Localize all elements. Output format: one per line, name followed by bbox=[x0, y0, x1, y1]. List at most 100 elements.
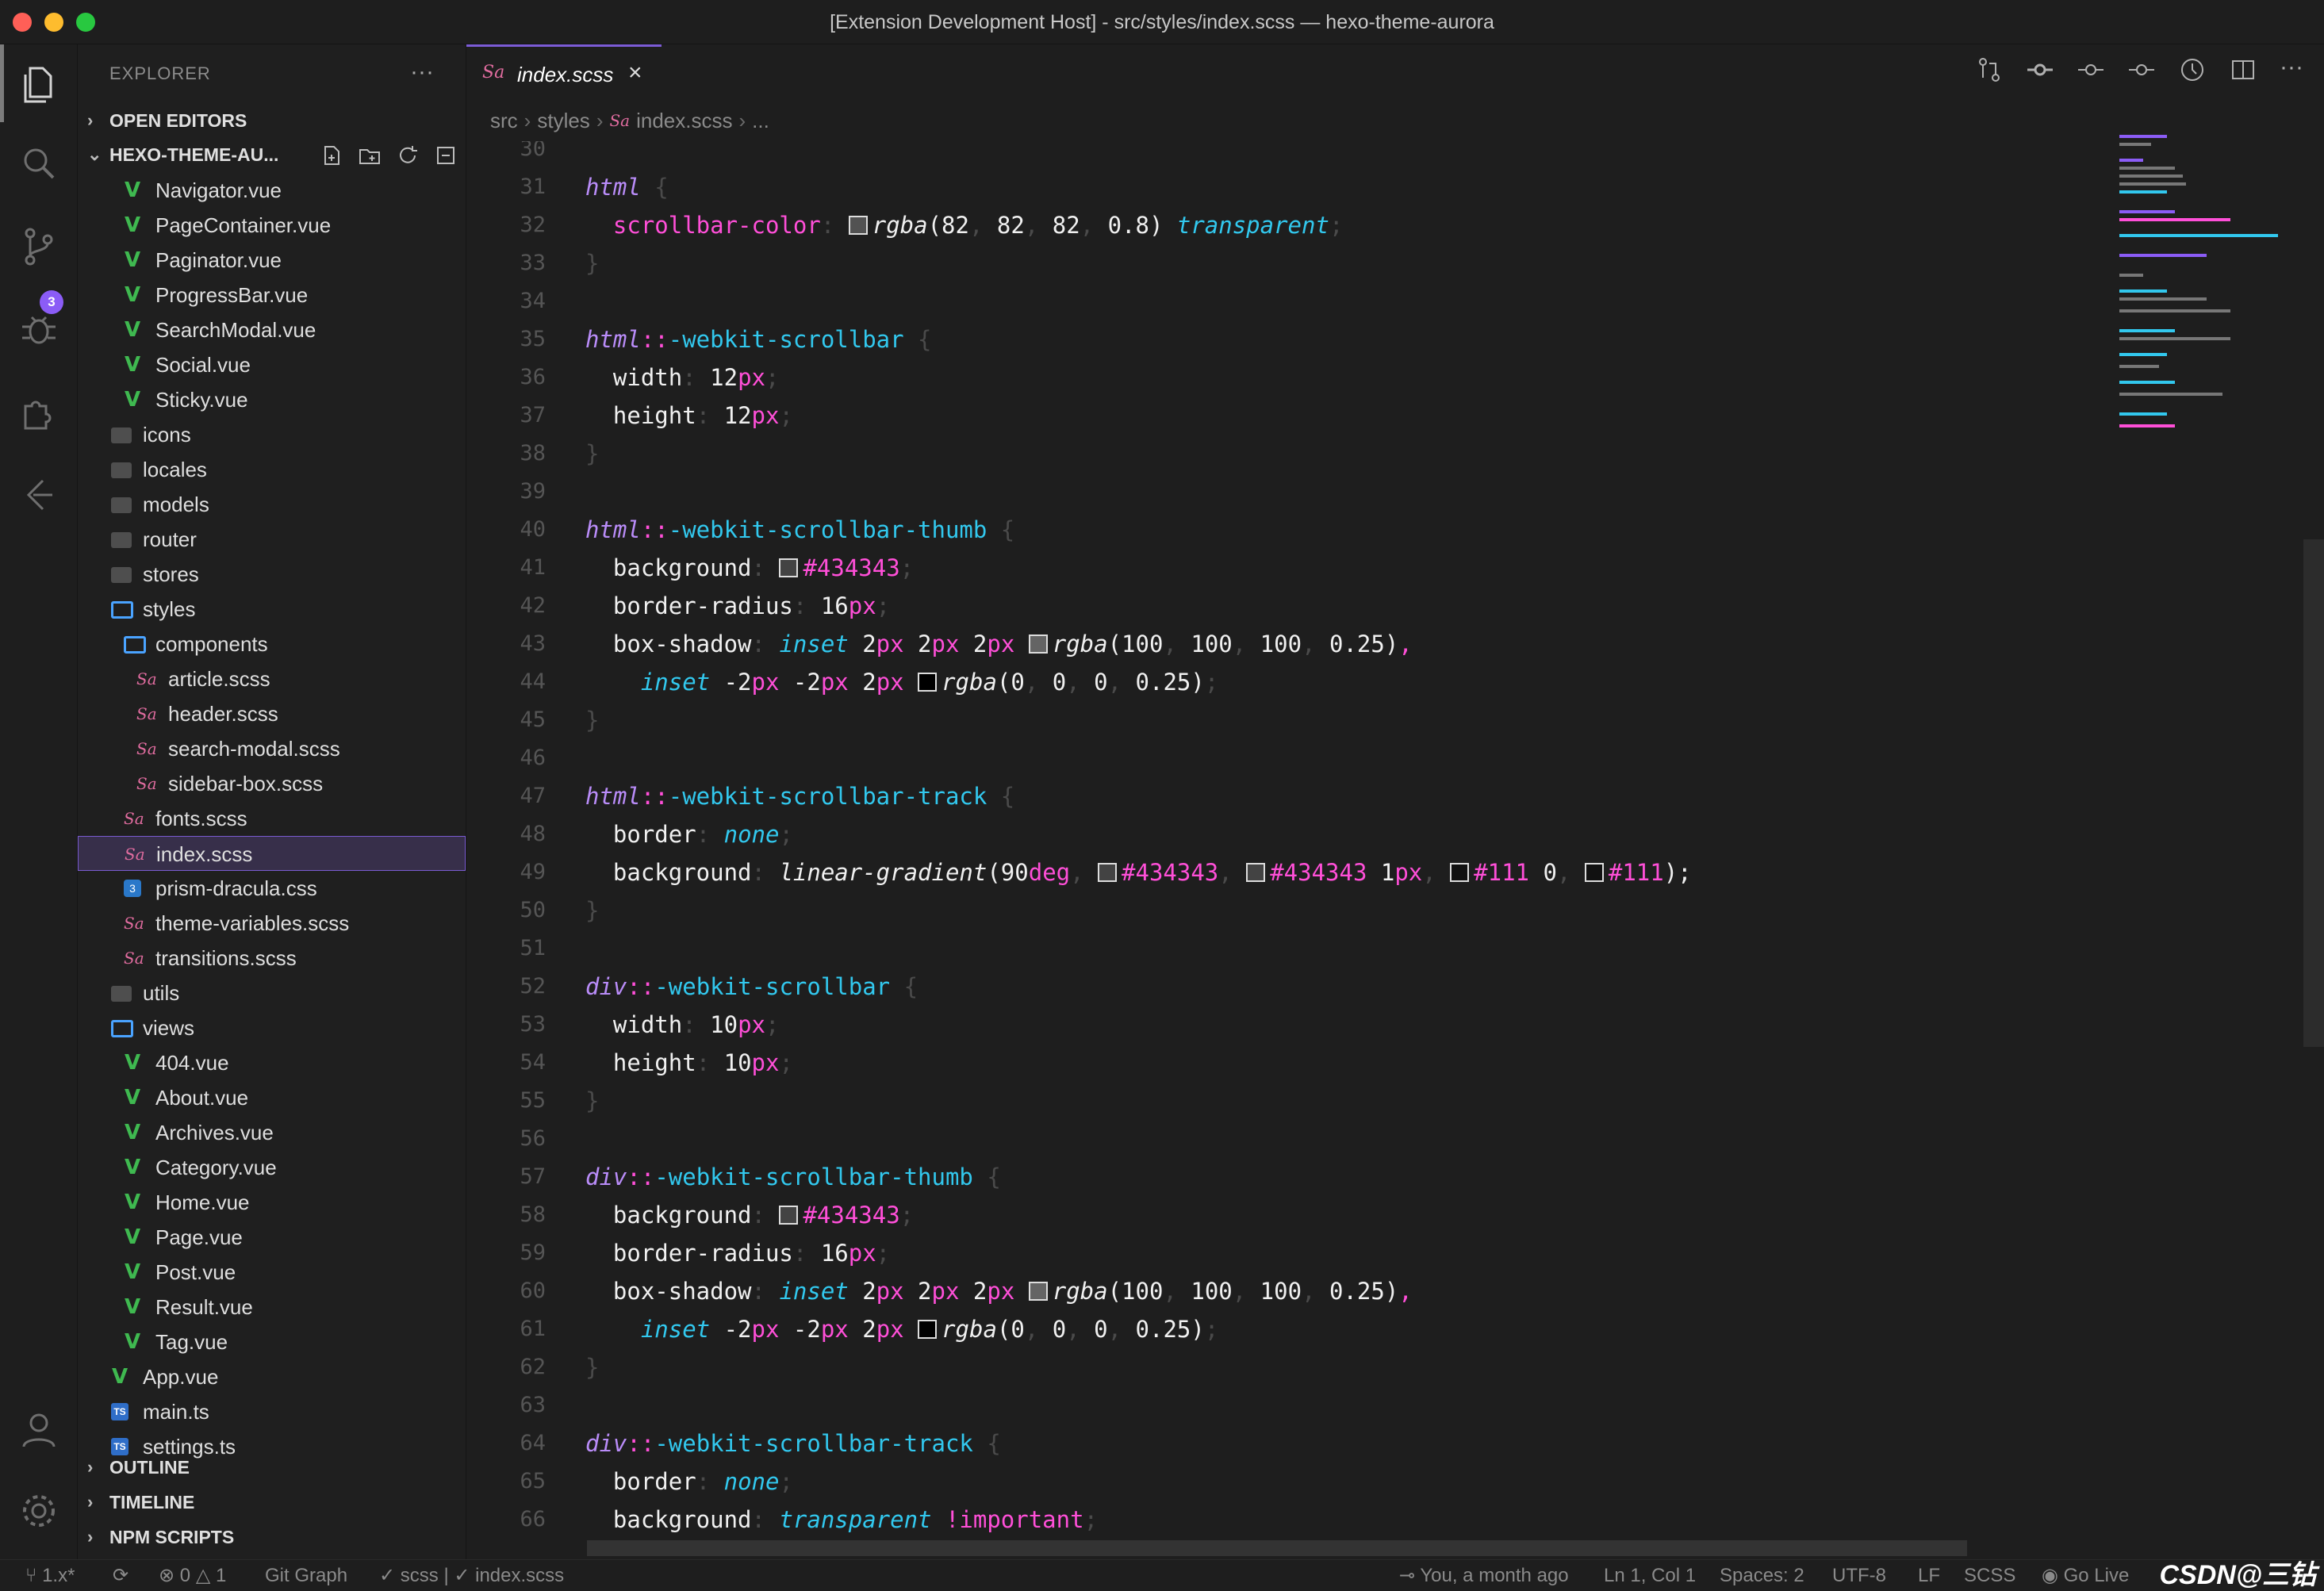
split-editor-icon[interactable] bbox=[2229, 56, 2257, 84]
code-token: #434343 bbox=[1270, 859, 1367, 886]
tree-item[interactable]: V Archives.vue bbox=[78, 1115, 466, 1150]
vue-file-icon: V bbox=[124, 1156, 141, 1179]
go-live-button[interactable]: ◉ Go Live bbox=[2042, 1560, 2129, 1591]
tree-item[interactable]: router bbox=[78, 522, 466, 557]
code-content: } bbox=[585, 701, 599, 739]
open-editors-section[interactable]: › OPEN EDITORS bbox=[78, 105, 466, 136]
tree-item[interactable]: V Paginator.vue bbox=[78, 243, 466, 278]
previous-revision-icon[interactable] bbox=[2077, 56, 2105, 84]
tree-item[interactable]: V ProgressBar.vue bbox=[78, 278, 466, 312]
tree-item[interactable]: components bbox=[78, 627, 466, 661]
scss-check-status[interactable]: ✓ scss | ✓ index.scss bbox=[379, 1560, 564, 1591]
tree-item[interactable]: V Result.vue bbox=[78, 1290, 466, 1325]
tree-item[interactable]: Sa theme-variables.scss bbox=[78, 906, 466, 941]
tree-item[interactable]: Sa search-modal.scss bbox=[78, 731, 466, 766]
tree-item[interactable]: V Post.vue bbox=[78, 1255, 466, 1290]
git-graph-button[interactable]: Git Graph bbox=[265, 1560, 347, 1591]
collapse-all-icon[interactable] bbox=[434, 143, 458, 167]
breadcrumb-src[interactable]: src bbox=[490, 103, 518, 138]
breadcrumb-file[interactable]: index.scss bbox=[636, 103, 732, 138]
problems-indicator[interactable]: ⊗ 0 △ 1 bbox=[159, 1560, 226, 1591]
tree-item[interactable]: V Sticky.vue bbox=[78, 382, 466, 417]
tree-item[interactable]: 3 prism-dracula.css bbox=[78, 871, 466, 906]
debug-icon[interactable] bbox=[16, 306, 62, 352]
color-swatch bbox=[1246, 863, 1266, 882]
tree-item[interactable]: Sa sidebar-box.scss bbox=[78, 766, 466, 801]
language-mode[interactable]: SCSS bbox=[1964, 1560, 2015, 1591]
next-revision-icon[interactable] bbox=[2127, 56, 2156, 84]
tree-item[interactable]: TS main.ts bbox=[78, 1394, 466, 1429]
new-file-icon[interactable] bbox=[320, 143, 343, 167]
tree-item[interactable]: styles bbox=[78, 592, 466, 627]
tree-item[interactable]: V Page.vue bbox=[78, 1220, 466, 1255]
tree-item[interactable]: V Category.vue bbox=[78, 1150, 466, 1185]
tree-item[interactable]: V Home.vue bbox=[78, 1185, 466, 1220]
explorer-more-icon[interactable]: ··· bbox=[410, 59, 434, 86]
code-token: -webkit-scrollbar-track bbox=[654, 1430, 973, 1457]
indentation[interactable]: Spaces: 2 bbox=[1720, 1560, 1804, 1591]
file-tree: V Navigator.vue V PageContainer.vue V Paginat… bbox=[78, 173, 466, 1464]
extensions-icon[interactable] bbox=[16, 389, 62, 435]
refresh-icon[interactable] bbox=[396, 143, 420, 167]
tree-item[interactable]: utils bbox=[78, 976, 466, 1010]
cursor-position[interactable]: Ln 1, Col 1 bbox=[1604, 1560, 1696, 1591]
settings-gear-icon[interactable] bbox=[16, 1488, 62, 1534]
tree-item[interactable]: V About.vue bbox=[78, 1080, 466, 1115]
close-tab-icon[interactable]: × bbox=[628, 59, 642, 86]
git-blame-status[interactable]: ⊸ You, a month ago bbox=[1399, 1560, 1569, 1591]
breadcrumb-styles[interactable]: styles bbox=[537, 103, 589, 138]
search-icon[interactable] bbox=[16, 141, 62, 187]
chevron-right-icon: › bbox=[596, 109, 604, 132]
tree-item[interactable]: locales bbox=[78, 452, 466, 487]
status-bar: ⑂ 1.x* ⟳ ⊗ 0 △ 1 Git Graph ✓ scss | ✓ in… bbox=[0, 1559, 2324, 1591]
outline-section[interactable]: › OUTLINE bbox=[78, 1450, 466, 1485]
source-control-icon[interactable] bbox=[16, 224, 62, 270]
tree-item[interactable]: Sa article.scss bbox=[78, 661, 466, 696]
color-swatch bbox=[918, 1320, 938, 1339]
sync-icon[interactable]: ⟳ bbox=[113, 1560, 128, 1591]
timeline-section[interactable]: › TIMELINE bbox=[78, 1485, 466, 1520]
branch-indicator[interactable]: ⑂ 1.x* bbox=[25, 1560, 75, 1591]
horizontal-scrollbar[interactable] bbox=[587, 1540, 1967, 1556]
project-section[interactable]: ⌄ HEXO-THEME-AU... bbox=[78, 136, 466, 173]
tree-item[interactable]: V Social.vue bbox=[78, 347, 466, 382]
tree-item[interactable]: Sa fonts.scss bbox=[78, 801, 466, 836]
tree-item[interactable]: V 404.vue bbox=[78, 1045, 466, 1080]
tree-item[interactable]: Sa transitions.scss bbox=[78, 941, 466, 976]
tree-item[interactable]: Sa index.scss bbox=[78, 836, 466, 871]
files-icon[interactable] bbox=[16, 60, 62, 106]
tree-item[interactable]: icons bbox=[78, 417, 466, 452]
new-folder-icon[interactable] bbox=[358, 143, 382, 167]
tree-item[interactable]: V Navigator.vue bbox=[78, 173, 466, 208]
tree-item[interactable]: models bbox=[78, 487, 466, 522]
account-icon[interactable] bbox=[16, 1407, 62, 1453]
chevron-right-icon: › bbox=[87, 110, 94, 130]
tree-item[interactable]: V Tag.vue bbox=[78, 1325, 466, 1359]
code-token: , bbox=[1232, 1278, 1260, 1305]
code-editor[interactable]: 30 31 html {32 scrollbar-color: rgba(82, 8… bbox=[466, 141, 2111, 1545]
editor-actions: ··· bbox=[1975, 56, 2308, 84]
tree-item[interactable]: V PageContainer.vue bbox=[78, 208, 466, 243]
timeline-history-icon[interactable] bbox=[2178, 56, 2207, 84]
tree-item[interactable]: Sa header.scss bbox=[78, 696, 466, 731]
tab-index-scss[interactable]: Sa index.scss × bbox=[466, 44, 662, 100]
tree-item[interactable]: views bbox=[78, 1010, 466, 1045]
minimap[interactable] bbox=[2111, 127, 2302, 460]
breadcrumb-symbols[interactable]: ... bbox=[752, 103, 769, 138]
tree-item[interactable]: V SearchModal.vue bbox=[78, 312, 466, 347]
vertical-scrollbar[interactable] bbox=[2303, 539, 2324, 1047]
more-actions-icon[interactable]: ··· bbox=[2280, 56, 2308, 84]
tree-item[interactable]: stores bbox=[78, 557, 466, 592]
remote-icon[interactable] bbox=[16, 471, 62, 517]
sass-file-icon: Sa bbox=[125, 845, 145, 864]
end-of-line[interactable]: LF bbox=[1918, 1560, 1940, 1591]
code-content: border-radius: 16px; bbox=[585, 1234, 890, 1272]
code-content: html { bbox=[585, 168, 669, 206]
open-changes-icon[interactable] bbox=[1975, 56, 2004, 84]
npm-scripts-section[interactable]: › NPM SCRIPTS bbox=[78, 1520, 466, 1555]
code-token: div bbox=[585, 1164, 627, 1190]
encoding[interactable]: UTF-8 bbox=[1832, 1560, 1886, 1591]
git-commit-icon[interactable] bbox=[2026, 56, 2054, 84]
tree-item[interactable]: V App.vue bbox=[78, 1359, 466, 1394]
folder-icon bbox=[111, 497, 132, 513]
